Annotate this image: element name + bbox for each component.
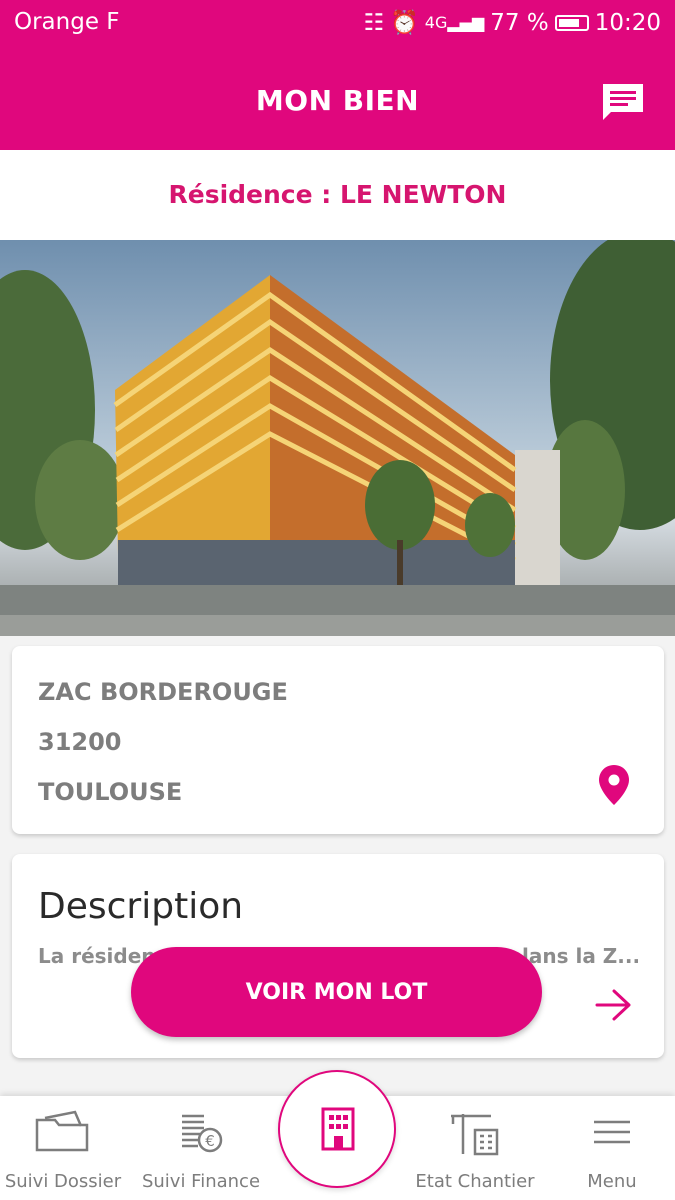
alarm-icon: ⏰	[390, 10, 419, 36]
building-icon	[321, 1107, 355, 1151]
location-pin-icon[interactable]	[598, 764, 630, 806]
page-title: MON BIEN	[255, 84, 420, 117]
nav-label: Suivi Finance	[141, 1171, 261, 1192]
address-card: ZAC BORDEROUGE 31200 TOULOUSE	[12, 646, 664, 834]
folder-icon	[35, 1110, 89, 1152]
nav-item-etat-chantier[interactable]: Etat Chantier	[410, 1096, 540, 1200]
address-city: TOULOUSE	[38, 778, 183, 806]
status-right: ☷ ⏰ 4G▂▄▆ 77 % 10:20	[363, 9, 662, 37]
description-text-start: La résiden	[38, 944, 156, 968]
status-bar: Orange F ☷ ⏰ 4G▂▄▆ 77 % 10:20	[0, 0, 675, 48]
building-illustration	[0, 240, 675, 636]
residence-title: Résidence : LE NEWTON	[168, 180, 507, 209]
battery-icon	[554, 14, 589, 31]
battery-percent: 77 %	[490, 9, 549, 36]
address-street: ZAC BORDEROUGE	[38, 678, 288, 706]
voir-mon-lot-button[interactable]: VOIR MON LOT	[131, 947, 542, 1037]
hamburger-icon	[594, 1120, 630, 1144]
svg-text:€: €	[205, 1132, 215, 1150]
vibrate-icon: ☷	[363, 9, 385, 36]
address-postcode: 31200	[38, 728, 122, 756]
nav-label: Suivi Dossier	[4, 1171, 122, 1192]
description-text-end: lans la Z...	[522, 944, 638, 968]
nav-label: Etat Chantier	[415, 1171, 535, 1192]
residence-photo	[0, 240, 675, 636]
carrier-label: Orange F	[14, 9, 120, 35]
arrow-right-icon[interactable]	[594, 988, 634, 1022]
nav-item-suivi-finance[interactable]: € Suivi Finance	[132, 1096, 270, 1200]
residence-header: Résidence : LE NEWTON	[0, 150, 675, 240]
chat-icon[interactable]	[601, 82, 645, 122]
crane-icon	[451, 1114, 499, 1156]
nav-item-mon-bien[interactable]	[278, 1070, 396, 1188]
nav-label: Menu	[587, 1171, 637, 1192]
description-title: Description	[38, 886, 244, 927]
signal-icon: 4G▂▄▆	[424, 13, 485, 32]
app-bar: MON BIEN	[0, 48, 675, 150]
clock: 10:20	[594, 9, 661, 36]
nav-item-menu[interactable]: Menu	[552, 1096, 672, 1200]
nav-item-suivi-dossier[interactable]: Suivi Dossier	[0, 1096, 126, 1200]
finance-icon: €	[182, 1114, 223, 1153]
